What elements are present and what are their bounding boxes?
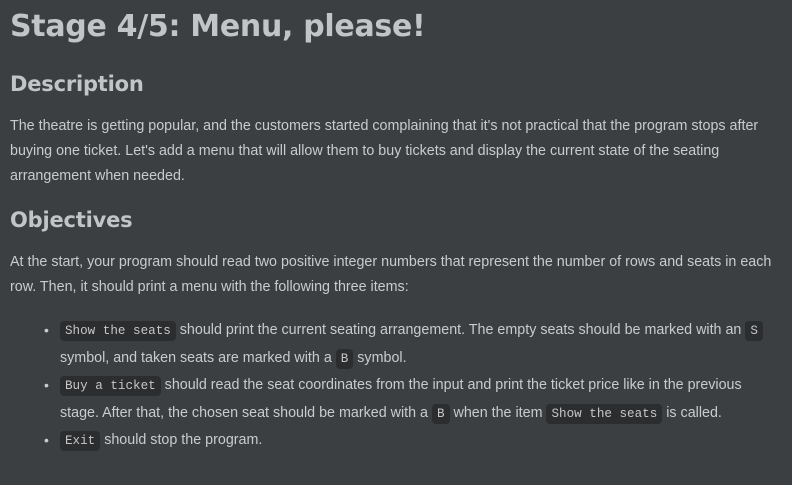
inline-code: B bbox=[335, 348, 354, 369]
bullet-icon: • bbox=[44, 377, 49, 393]
item-text: symbol. bbox=[353, 349, 407, 366]
bullet-icon: • bbox=[44, 432, 49, 448]
list-item: • Show the seats should print the current… bbox=[44, 317, 780, 372]
list-item: • Exit should stop the program. bbox=[44, 427, 780, 455]
menu-items-list: • Show the seats should print the current… bbox=[10, 317, 780, 455]
objectives-intro: At the start, your program should read t… bbox=[10, 254, 772, 295]
item-text: symbol, and taken seats are marked with … bbox=[60, 349, 336, 366]
item-text: is called. bbox=[662, 404, 722, 421]
inline-code: Show the seats bbox=[546, 403, 663, 424]
objectives-heading: Objectives bbox=[10, 208, 133, 232]
inline-code: Show the seats bbox=[60, 321, 176, 341]
item-text: should print the current seating arrange… bbox=[175, 322, 746, 338]
inline-code: B bbox=[431, 403, 450, 424]
description-text: The theatre is getting popular, and the … bbox=[10, 118, 759, 184]
inline-code: S bbox=[745, 321, 763, 341]
page: Stage 4/5: Menu, please! Description The… bbox=[0, 0, 792, 485]
bullet-icon: • bbox=[44, 322, 49, 338]
list-item: • Buy a ticket should read the seat coord… bbox=[44, 372, 780, 427]
item-text: when the item bbox=[449, 404, 547, 421]
inline-code: Buy a ticket bbox=[60, 376, 161, 396]
inline-code: Exit bbox=[60, 431, 101, 451]
description-heading: Description bbox=[10, 72, 144, 96]
page-title: Stage 4/5: Menu, please! bbox=[10, 9, 426, 44]
item-text: should stop the program. bbox=[100, 432, 263, 448]
